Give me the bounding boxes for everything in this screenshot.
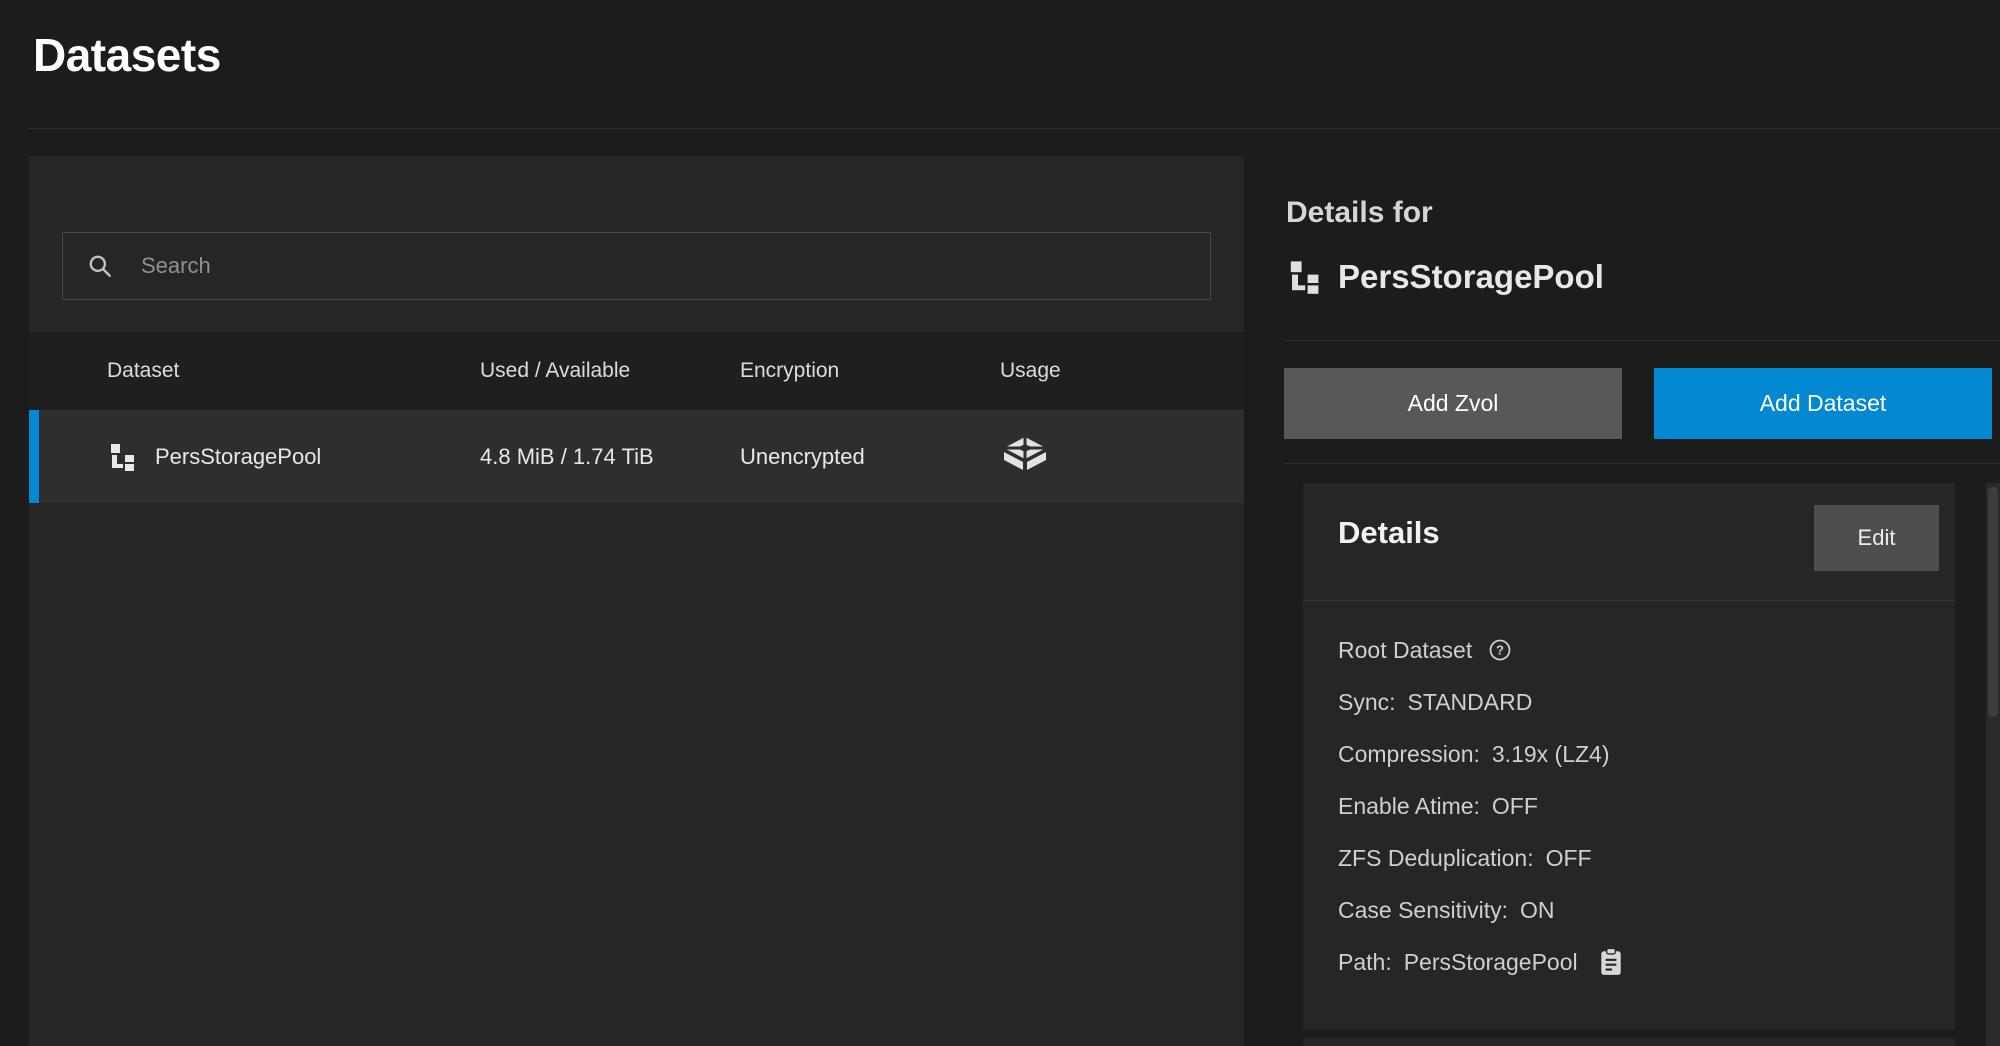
used-available-cell: 4.8 MiB / 1.74 TiB xyxy=(480,444,740,470)
dataset-name-cell: PersStoragePool xyxy=(155,444,321,470)
action-buttons: Add Zvol Add Dataset xyxy=(1284,368,1992,439)
column-header-dataset[interactable]: Dataset xyxy=(107,359,480,383)
details-card: Details Edit Root Dataset ? Sync: STANDA… xyxy=(1303,483,1955,1030)
property-label: ZFS Deduplication: xyxy=(1338,845,1534,872)
selected-dataset-title: PersStoragePool xyxy=(1286,258,1604,296)
property-value: OFF xyxy=(1546,845,1592,872)
property-value: PersStoragePool xyxy=(1404,949,1578,976)
dataset-tree-icon xyxy=(1286,259,1322,295)
divider xyxy=(1303,600,1955,601)
property-path: Path: PersStoragePool xyxy=(1338,936,1935,988)
column-header-encryption[interactable]: Encryption xyxy=(740,359,1000,383)
column-header-usage[interactable]: Usage xyxy=(1000,359,1244,383)
search-icon xyxy=(87,253,113,279)
divider xyxy=(1284,340,2000,341)
datasets-table-panel: Dataset Used / Available Encryption Usag… xyxy=(29,156,1244,1046)
dataset-row[interactable]: PersStoragePool 4.8 MiB / 1.74 TiB Unenc… xyxy=(29,410,1244,503)
add-dataset-button[interactable]: Add Dataset xyxy=(1654,368,1992,439)
encryption-cell: Unencrypted xyxy=(740,444,1000,470)
datasets-page: Datasets Dataset Used / Available Encryp… xyxy=(0,0,2000,1046)
column-header-used-available[interactable]: Used / Available xyxy=(480,359,740,383)
search-box[interactable] xyxy=(62,232,1211,300)
scrollbar-thumb[interactable] xyxy=(1988,487,1998,717)
property-enable-atime: Enable Atime: OFF xyxy=(1338,780,1935,832)
property-label: Case Sensitivity: xyxy=(1338,897,1508,924)
add-zvol-button[interactable]: Add Zvol xyxy=(1284,368,1622,439)
property-value: STANDARD xyxy=(1408,689,1533,716)
copy-clipboard-icon[interactable] xyxy=(1598,948,1624,976)
property-value: OFF xyxy=(1492,793,1538,820)
details-property-list: Root Dataset ? Sync: STANDARD Compressio… xyxy=(1338,624,1935,988)
property-label: Enable Atime: xyxy=(1338,793,1480,820)
help-circle-icon[interactable]: ? xyxy=(1488,638,1512,662)
dataset-tree-icon xyxy=(107,442,137,472)
table-header: Dataset Used / Available Encryption Usag… xyxy=(29,332,1244,410)
details-for-heading: Details for xyxy=(1286,196,1433,230)
search-input[interactable] xyxy=(141,253,1186,279)
property-compression: Compression: 3.19x (LZ4) xyxy=(1338,728,1935,780)
svg-text:?: ? xyxy=(1496,643,1504,658)
property-zfs-deduplication: ZFS Deduplication: OFF xyxy=(1338,832,1935,884)
next-card-top-edge xyxy=(1303,1038,1955,1046)
property-value: 3.19x (LZ4) xyxy=(1492,741,1610,768)
property-case-sensitivity: Case Sensitivity: ON xyxy=(1338,884,1935,936)
property-root-dataset: Root Dataset ? xyxy=(1338,624,1935,676)
property-label: Sync: xyxy=(1338,689,1396,716)
property-sync: Sync: STANDARD xyxy=(1338,676,1935,728)
details-scrollbar[interactable] xyxy=(1986,483,2000,1046)
property-value: ON xyxy=(1520,897,1555,924)
divider xyxy=(1284,463,2000,464)
page-title: Datasets xyxy=(33,28,221,82)
property-label: Root Dataset xyxy=(1338,637,1472,664)
apps-usage-icon xyxy=(1000,435,1050,479)
property-label: Compression: xyxy=(1338,741,1480,768)
edit-button[interactable]: Edit xyxy=(1814,505,1939,571)
selected-row-indicator xyxy=(29,410,39,503)
details-card-title: Details xyxy=(1338,515,1440,551)
property-label: Path: xyxy=(1338,949,1392,976)
selected-dataset-name: PersStoragePool xyxy=(1338,258,1604,296)
details-panel: Details for PersStoragePool Add Zvol Add… xyxy=(1284,128,2000,1046)
